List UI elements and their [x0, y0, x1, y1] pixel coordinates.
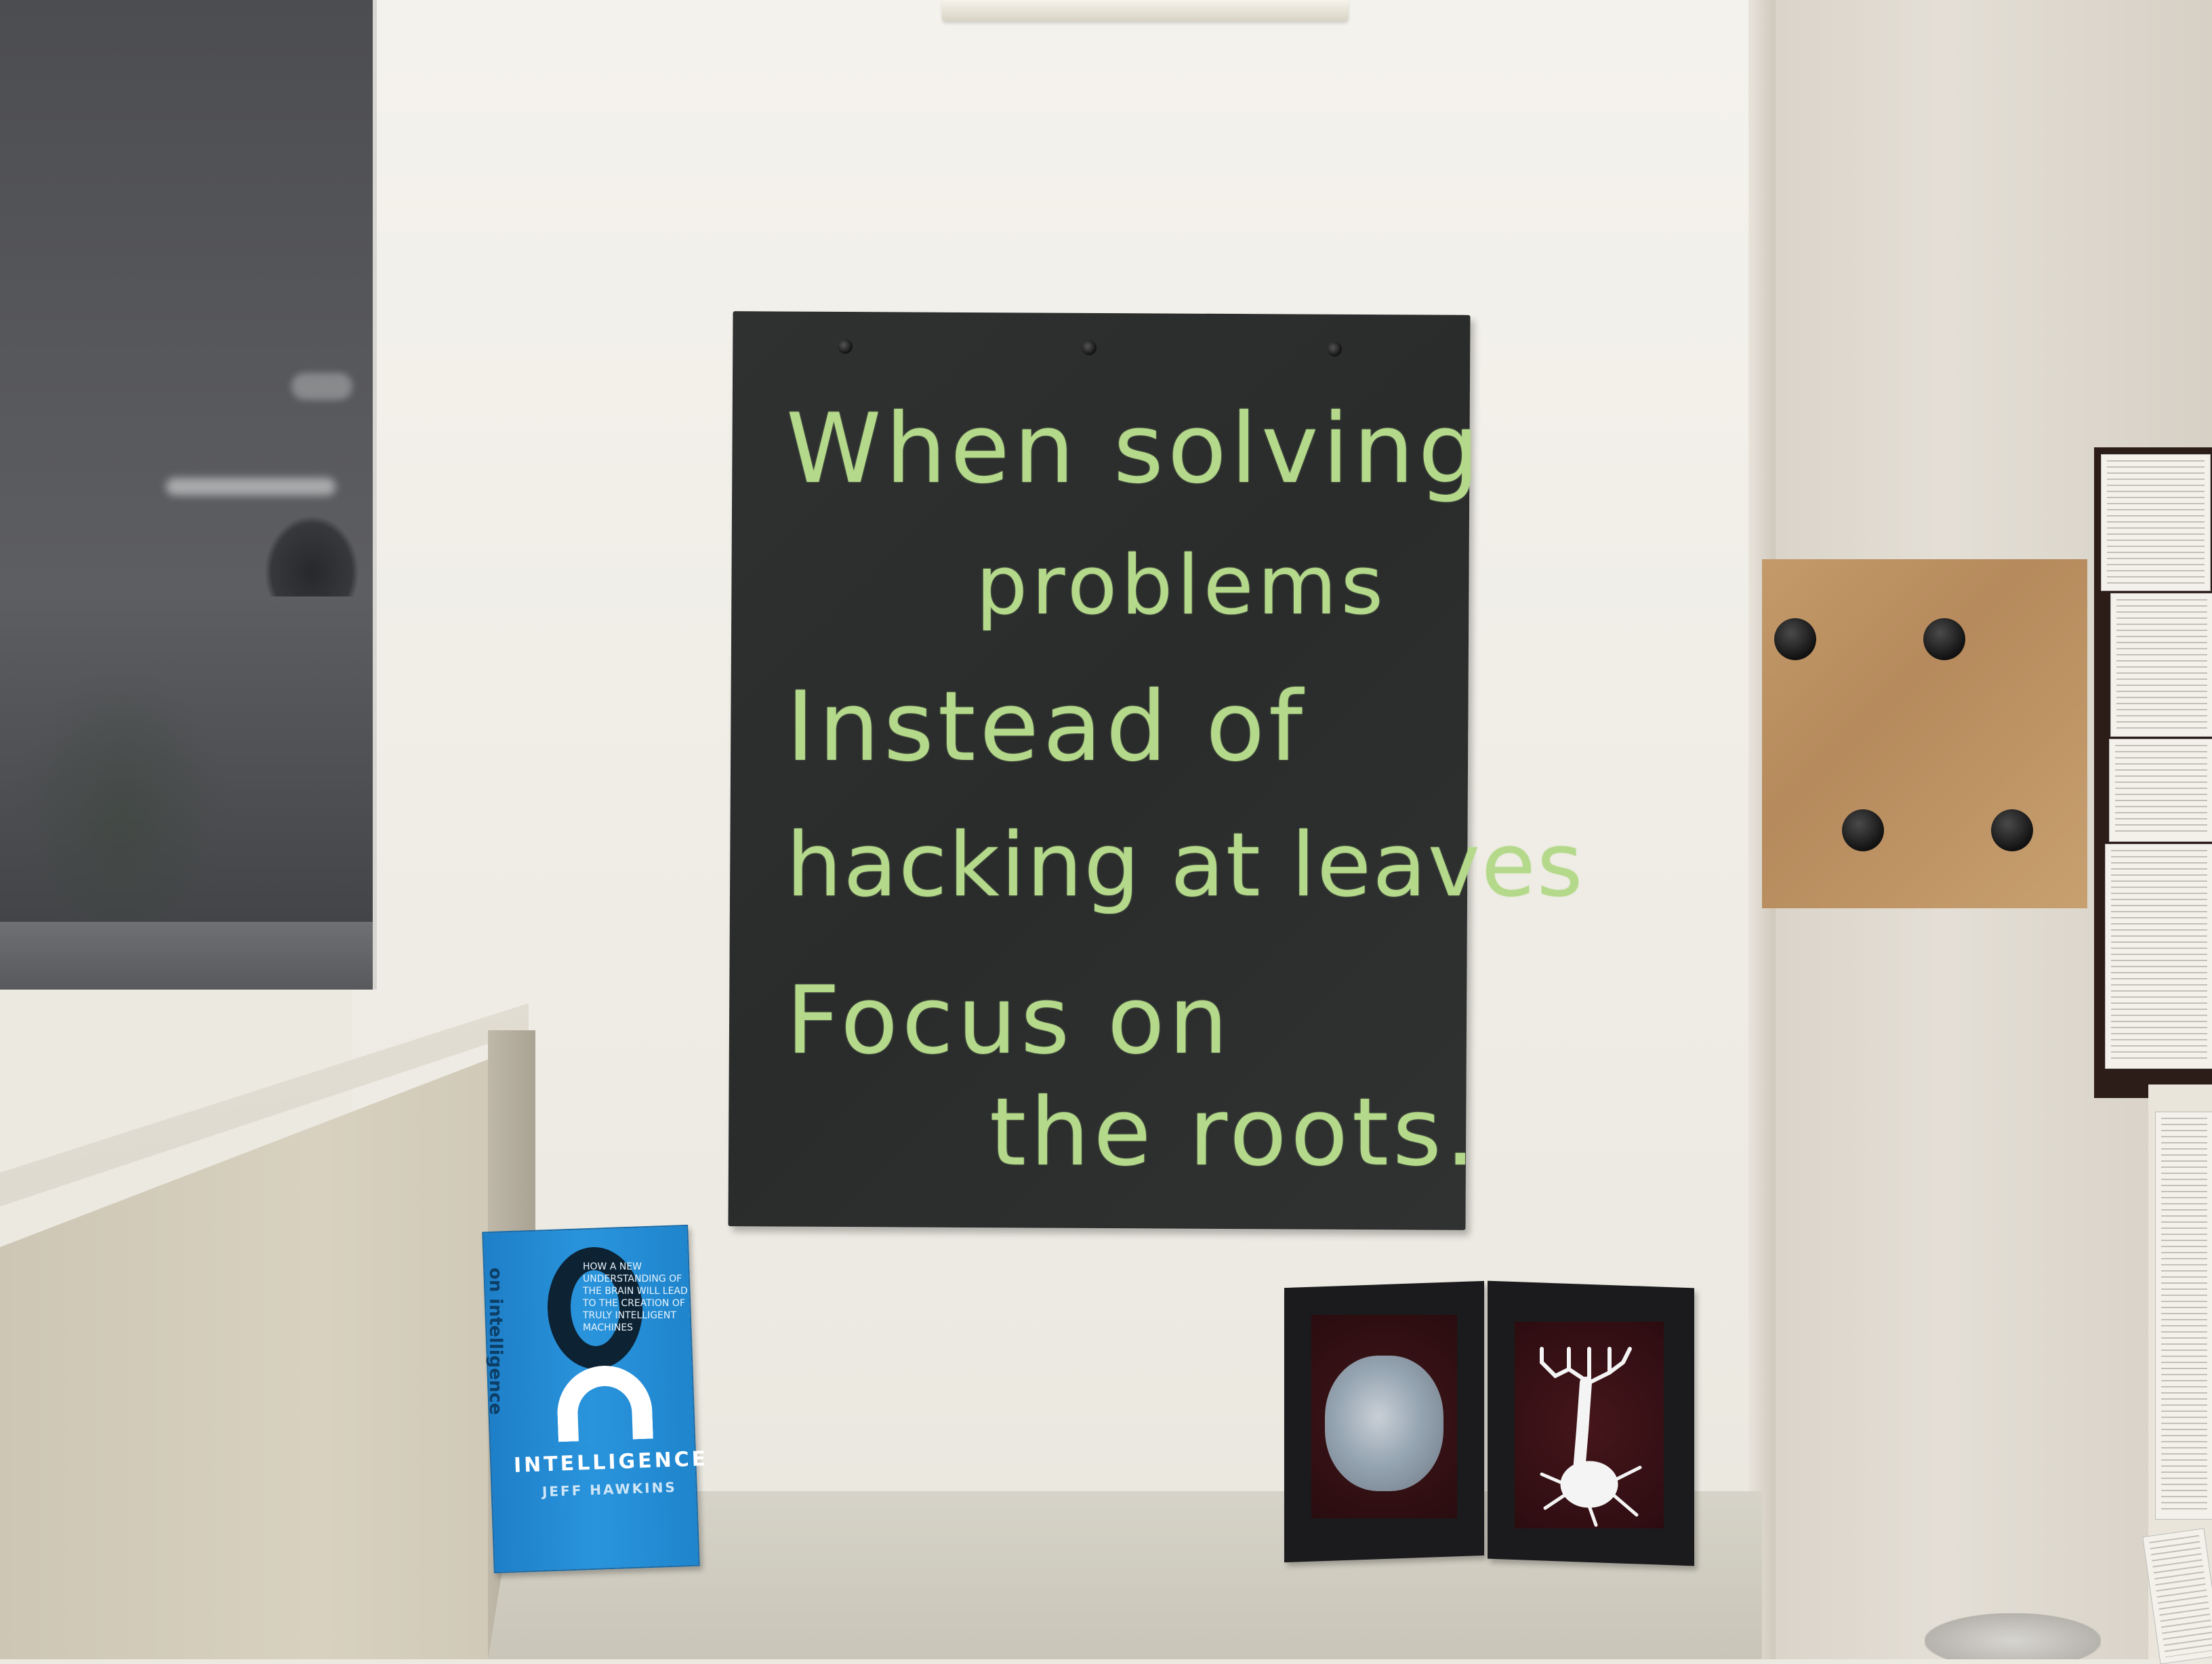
light-reflection — [166, 478, 335, 495]
posted-notice — [2142, 1528, 2212, 1664]
chalk-line: problems — [976, 539, 1388, 633]
posted-notice — [2155, 1112, 2212, 1520]
ceiling-light-fixture — [942, 0, 1349, 22]
coat-knob-icon — [1991, 809, 2033, 851]
chalk-line: hacking at leaves — [786, 813, 1584, 916]
lamp-reflection — [264, 515, 359, 596]
book-spine: on intelligence — [474, 1261, 515, 1464]
brain-artwork — [1325, 1356, 1443, 1491]
board-frame — [0, 922, 373, 990]
screw-icon — [1082, 340, 1097, 355]
chalk-line: Instead of — [786, 671, 1307, 783]
chalk-quote: When solving problems Instead of hacking… — [773, 393, 1583, 1206]
posted-notice — [2110, 593, 2212, 737]
posted-notice — [2101, 454, 2211, 591]
chalk-line: When solving — [786, 393, 1483, 505]
screw-icon — [838, 339, 853, 354]
second-bulletin-board — [2142, 1084, 2212, 1664]
coat-rack-board — [1762, 559, 2087, 908]
screw-icon — [1327, 342, 1342, 357]
coat-knob-icon — [1774, 618, 1816, 660]
plant-reflection — [14, 664, 230, 922]
book-blurb-text: HOW A NEW UNDERSTANDING OF THE BRAIN WIL… — [583, 1261, 688, 1333]
coat-knob-icon — [1842, 809, 1884, 851]
posted-notice — [2109, 739, 2212, 842]
chalk-line: Focus on — [786, 966, 1232, 1075]
floor-clutter — [1925, 1613, 2101, 1659]
book-blurb: HOW A NEW UNDERSTANDING OF THE BRAIN WIL… — [583, 1261, 691, 1369]
chalk-line: the roots. — [989, 1078, 1479, 1187]
bulletin-board — [2094, 447, 2212, 1098]
book-spine-title: on intelligence — [485, 1267, 506, 1415]
posted-notice — [2105, 844, 2212, 1069]
neuron-artwork — [1540, 1347, 1642, 1527]
coat-knob-icon — [1923, 618, 1965, 660]
light-reflection — [291, 373, 352, 400]
